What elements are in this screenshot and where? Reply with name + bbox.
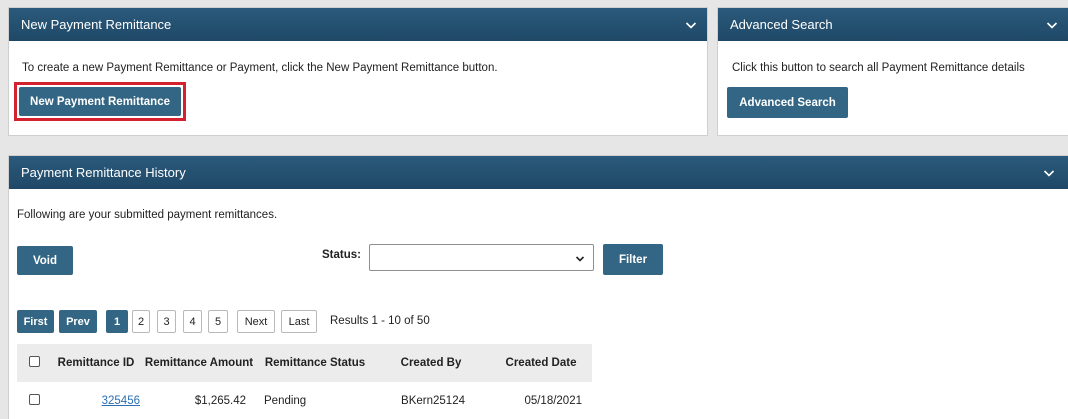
remittance-history-description: Following are your submitted payment rem…	[17, 209, 278, 221]
column-header-created-date[interactable]: Created Date	[490, 344, 592, 382]
remittance-history-header[interactable]: Payment Remittance History	[9, 156, 1068, 189]
new-remittance-title: New Payment Remittance	[21, 17, 172, 32]
remittance-id-link[interactable]: 325456	[102, 395, 140, 407]
next-page-button[interactable]: Next	[237, 310, 275, 333]
chevron-down-icon[interactable]	[1046, 19, 1058, 31]
new-remittance-header[interactable]: New Payment Remittance	[9, 8, 707, 41]
chevron-down-icon	[575, 256, 585, 262]
created-date-cell: 05/18/2021	[490, 382, 592, 419]
last-page-button[interactable]: Last	[281, 310, 317, 333]
status-label: Status:	[322, 249, 361, 261]
remittance-status-cell: Pending	[258, 382, 372, 419]
page-button-5[interactable]: 5	[208, 310, 228, 333]
advanced-search-description: Click this button to search all Payment …	[732, 62, 1025, 74]
remittance-id-cell: 325456	[52, 382, 140, 419]
prev-page-button[interactable]: Prev	[59, 310, 97, 333]
column-header-remittance-status[interactable]: Remittance Status	[258, 344, 372, 382]
page-button-1[interactable]: 1	[106, 310, 128, 333]
row-checkbox[interactable]	[29, 393, 40, 405]
page-button-2[interactable]: 2	[132, 310, 150, 333]
results-count: Results 1 - 10 of 50	[330, 315, 430, 327]
new-remittance-description: To create a new Payment Remittance or Pa…	[22, 62, 498, 74]
status-select[interactable]	[369, 244, 594, 271]
table-row: 325456 $1,265.42 Pending BKern25124 05/1…	[17, 382, 592, 419]
row-select-cell	[17, 382, 52, 419]
void-button[interactable]: Void	[17, 246, 73, 275]
remittance-table: Remittance ID Remittance Amount Remittan…	[17, 344, 592, 419]
select-all-checkbox[interactable]	[29, 356, 40, 367]
advanced-search-title: Advanced Search	[730, 17, 833, 32]
created-by-cell: BKern25124	[372, 382, 490, 419]
advanced-search-header[interactable]: Advanced Search	[718, 8, 1068, 41]
page-button-3[interactable]: 3	[157, 310, 176, 333]
remittance-amount-cell: $1,265.42	[140, 382, 258, 419]
page-button-4[interactable]: 4	[183, 310, 202, 333]
first-page-button[interactable]: First	[17, 310, 54, 333]
column-header-remittance-amount[interactable]: Remittance Amount	[140, 344, 258, 382]
column-header-remittance-id[interactable]: Remittance ID	[52, 344, 140, 382]
filter-button[interactable]: Filter	[603, 244, 663, 275]
chevron-down-icon[interactable]	[1043, 167, 1055, 179]
new-payment-remittance-button[interactable]: New Payment Remittance	[19, 87, 181, 116]
advanced-search-button[interactable]: Advanced Search	[727, 87, 848, 118]
column-header-created-by[interactable]: Created By	[372, 344, 490, 382]
select-all-cell	[17, 344, 52, 382]
remittance-history-title: Payment Remittance History	[21, 165, 186, 180]
table-header-row: Remittance ID Remittance Amount Remittan…	[17, 344, 592, 382]
chevron-down-icon[interactable]	[685, 19, 697, 31]
